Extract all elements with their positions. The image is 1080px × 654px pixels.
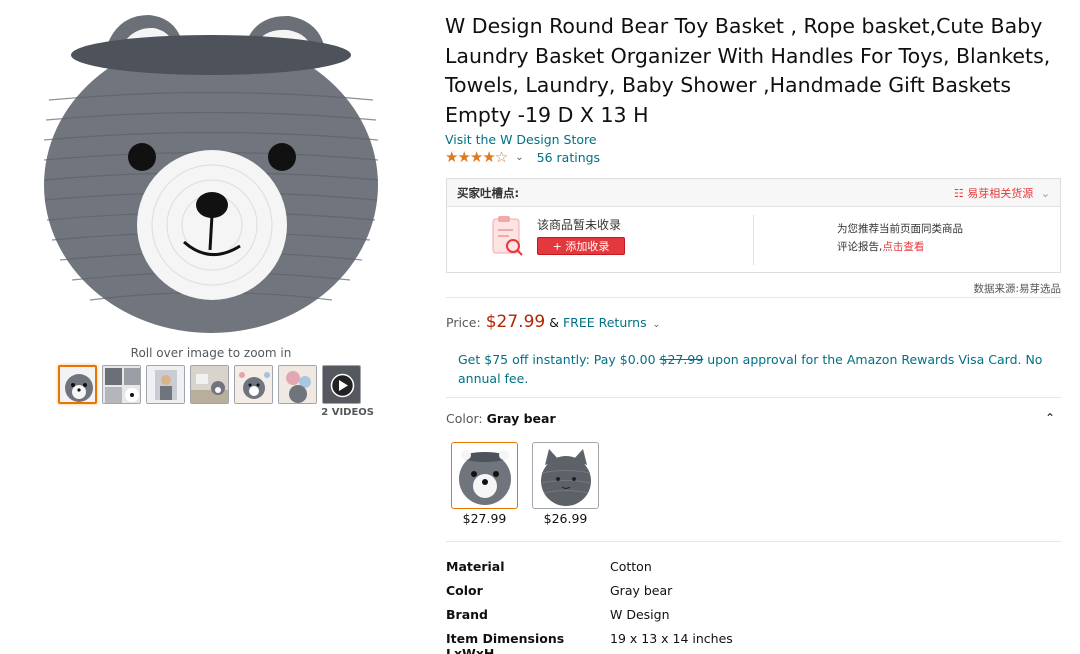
thumbnail-6[interactable] <box>278 365 317 404</box>
divider <box>753 215 754 265</box>
divider <box>446 541 1061 542</box>
rating-row: ★★★★☆ ⌄ 56 ratings <box>445 148 1061 166</box>
spec-row: Color Gray bear <box>446 583 672 598</box>
spec-key: Material <box>446 559 505 574</box>
divider <box>446 397 1061 398</box>
view-report-link[interactable]: 点击查看 <box>882 241 924 253</box>
plugin-panel: 买家吐槽点: ☷ 易芽相关货源 ⌄ 该商品暂未收录 + 添加收录 为您推荐当前页… <box>446 178 1061 273</box>
thumbnail-strip <box>58 365 361 404</box>
not-collected-text: 该商品暂未收录 <box>537 218 622 232</box>
thumbnail-1[interactable] <box>58 365 97 404</box>
price-label: Price: <box>446 315 481 330</box>
color-swatch-gray-bear[interactable] <box>451 442 518 509</box>
color-label: Color: <box>446 411 483 426</box>
recommend-text: 为您推荐当前页面同类商品 <box>837 223 963 235</box>
videos-count-label[interactable]: 2 VIDEOS <box>300 407 374 418</box>
chevron-up-icon[interactable]: ⌃ <box>1045 411 1055 426</box>
add-collect-button[interactable]: + 添加收录 <box>537 237 625 255</box>
rewards-card-promo[interactable]: Get $75 off instantly: Pay $0.00 $27.99 … <box>458 350 1058 388</box>
price-value: $27.99 <box>485 312 546 332</box>
grid-icon: ☷ <box>953 186 964 200</box>
product-title: W Design Round Bear Toy Basket , Rope ba… <box>445 14 1051 127</box>
spec-row: Item Dimensions LxWxH 19 x 13 x 14 inche… <box>446 631 733 654</box>
spec-value: 19 x 13 x 14 inches <box>610 631 733 646</box>
plugin-header-title: 买家吐槽点: <box>457 185 520 200</box>
product-details: W Design Round Bear Toy Basket , Rope ba… <box>445 12 1061 166</box>
divider <box>446 297 1061 298</box>
related-sources-link[interactable]: ☷ 易芽相关货源 ⌄ <box>954 185 1050 201</box>
spec-row: Material Cotton <box>446 559 652 574</box>
spec-value: Gray bear <box>610 583 673 598</box>
store-link[interactable]: Visit the W Design Store <box>445 132 1061 147</box>
data-source-label: 数据来源:易芽选品 <box>973 283 1061 295</box>
swatch-price: $26.99 <box>543 511 588 526</box>
thumbnail-5[interactable] <box>234 365 273 404</box>
video-thumbnail[interactable] <box>322 365 361 404</box>
spec-key: Color <box>446 583 483 598</box>
thumbnail-2[interactable] <box>102 365 141 404</box>
chevron-down-icon: ⌄ <box>1040 186 1050 200</box>
ratings-count-link[interactable]: 56 ratings <box>537 150 600 165</box>
spec-key: Brand <box>446 607 488 622</box>
color-swatch-gray-cat[interactable] <box>532 442 599 509</box>
main-product-image[interactable] <box>43 10 379 340</box>
chevron-down-icon[interactable]: ⌄ <box>515 152 523 163</box>
free-returns-link[interactable]: FREE Returns <box>563 315 647 330</box>
swatch-price: $27.99 <box>462 511 507 526</box>
star-rating-icon[interactable]: ★★★★☆ <box>445 148 508 166</box>
thumbnail-4[interactable] <box>190 365 229 404</box>
review-report-prefix: 评论报告, <box>837 241 883 253</box>
plugin-header: 买家吐槽点: ☷ 易芽相关货源 ⌄ <box>447 179 1060 207</box>
spec-key: Item Dimensions LxWxH <box>446 631 565 654</box>
thumbnail-3[interactable] <box>146 365 185 404</box>
review-report-text: 评论报告,点击查看 <box>837 239 924 254</box>
spec-value: Cotton <box>610 559 652 574</box>
promo-strike-price: $27.99 <box>659 352 704 367</box>
document-icon <box>491 216 525 258</box>
price-amp: & <box>549 315 559 330</box>
spec-row: Brand W Design <box>446 607 670 622</box>
price-row: Price: $27.99 & FREE Returns ⌄ <box>446 312 660 332</box>
spec-value: W Design <box>610 607 670 622</box>
plugin-body: 该商品暂未收录 + 添加收录 为您推荐当前页面同类商品 评论报告,点击查看 <box>447 207 1060 273</box>
color-selected-value: Gray bear <box>486 411 556 426</box>
color-selector-header[interactable]: Color: Gray bear ⌃ <box>446 411 1061 426</box>
zoom-hint: Roll over image to zoom in <box>130 346 292 360</box>
promo-text-start: Get $75 off instantly: Pay $0.00 <box>458 352 660 367</box>
chevron-down-icon[interactable]: ⌄ <box>653 320 661 330</box>
related-sources-label: 易芽相关货源 <box>967 186 1034 200</box>
